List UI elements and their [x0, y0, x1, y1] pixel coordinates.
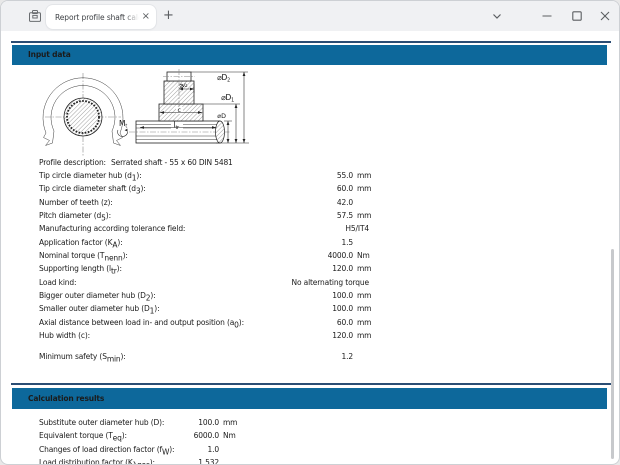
dim-d2-label: ⌀D2 — [217, 73, 230, 83]
calculation-rows: Substitute outer diameter hub (D): 100.0… — [39, 418, 384, 465]
row-label: Equivalent torque (Teq): — [39, 431, 127, 443]
report-row: Application factor (KA): 1.5 — [39, 238, 384, 251]
row-value: 100.0 — [279, 304, 353, 313]
minimize-icon — [542, 11, 552, 21]
row-unit: mm — [357, 291, 371, 300]
row-label: Tip circle diameter shaft (d3): — [39, 184, 146, 196]
row-unit: mm — [357, 318, 371, 327]
row-label: Pitch diameter (d5): — [39, 211, 111, 223]
minimum-safety-row: Minimum safety (Smin): 1.2 — [39, 352, 384, 365]
torque-mt-label: Mt — [119, 119, 127, 129]
report-row: Manufacturing according tolerance field:… — [39, 224, 384, 237]
report-row: Load distribution factor (Kλges): 1.532 — [39, 458, 384, 465]
row-unit: mm — [357, 211, 371, 220]
row-label: Minimum safety (Smin): — [39, 352, 126, 361]
shaft-technical-drawing: a0 c ltr Mt — [31, 67, 371, 161]
row-value: 4000.0 — [279, 251, 353, 260]
dim-d1-label: ⌀D1 — [221, 93, 234, 103]
row-value: 1.532 — [184, 458, 219, 465]
vertical-scrollbar-thumb[interactable] — [611, 249, 614, 459]
row-label: Hub width (c): — [39, 331, 90, 343]
report-row: Supporting length (ltr): 120.0 mm — [39, 264, 384, 277]
new-tab-button[interactable]: + — [163, 9, 174, 22]
top-rule — [11, 41, 611, 43]
minimize-button[interactable] — [533, 2, 561, 30]
row-value: 120.0 — [279, 264, 353, 273]
row-value: 1.0 — [184, 445, 219, 454]
row-unit: mm — [357, 184, 371, 193]
row-label: Load distribution factor (Kλges): — [39, 458, 155, 465]
row-label: Changes of load direction factor (fW): — [39, 445, 174, 457]
report-row: Hub width (c): 120.0 mm — [39, 331, 384, 344]
tab-title-clip: Report profile shaft calculation acco — [55, 12, 139, 23]
close-icon — [600, 11, 610, 21]
report-row: Changes of load direction factor (fW): 1… — [39, 445, 384, 458]
row-unit: mm — [223, 418, 237, 427]
row-label: Substitute outer diameter hub (D): — [39, 418, 164, 430]
tab-bar: Report profile shaft calculation acco × … — [1, 1, 619, 31]
cross-section-view — [43, 73, 123, 157]
report-row: Number of teeth (z): 42.0 — [39, 198, 384, 211]
row-label: Number of teeth (z): — [39, 198, 113, 210]
report-row: Load kind: No alternating torque — [39, 278, 384, 291]
row-value: 6000.0 — [184, 431, 219, 440]
section-header-calculation-results: Calculation results — [12, 388, 607, 409]
dim-c-label: c — [178, 107, 182, 114]
close-window-button[interactable] — [591, 2, 619, 30]
report-row: Bigger outer diameter hub (D2): 100.0 mm — [39, 291, 384, 304]
row-label: Manufacturing according tolerance field: — [39, 224, 185, 236]
maximize-button[interactable] — [563, 2, 591, 30]
report-row: Tip circle diameter shaft (d3): 60.0 mm — [39, 184, 384, 197]
row-label: Load kind: — [39, 278, 76, 290]
row-unit: mm — [357, 304, 371, 313]
row-value: 55.0 — [279, 171, 353, 180]
tab-menu-button[interactable] — [483, 2, 511, 30]
profile-description-label: Profile description: — [39, 158, 106, 167]
row-value: 120.0 — [279, 331, 353, 340]
row-unit: Nm — [357, 251, 370, 260]
report-row: Equivalent torque (Teq): 6000.0 Nm — [39, 431, 384, 444]
row-value: 1.2 — [279, 352, 353, 361]
row-label: Supporting length (ltr): — [39, 264, 122, 276]
row-label: Bigger outer diameter hub (D2): — [39, 291, 156, 303]
tab-close-icon[interactable]: × — [142, 12, 150, 22]
row-value: 42.0 — [279, 198, 353, 207]
row-unit: Nm — [223, 431, 236, 440]
row-value: 57.5 — [279, 211, 353, 220]
maximize-icon — [572, 11, 582, 21]
row-unit: mm — [357, 171, 371, 180]
profile-description-row: Profile description: Serrated shaft - 55… — [39, 158, 479, 170]
section-header-input-data: Input data — [12, 45, 607, 65]
report-row: Axial distance between load in- and outp… — [39, 318, 384, 331]
chevron-down-icon — [492, 11, 502, 21]
report-row: Substitute outer diameter hub (D): 100.0… — [39, 418, 384, 431]
row-label: Tip circle diameter hub (d1): — [39, 171, 142, 183]
row-unit: mm — [357, 264, 371, 273]
report-row: Smaller outer diameter hub (D1): 100.0 m… — [39, 304, 384, 317]
browser-window: Report profile shaft calculation acco × … — [0, 0, 620, 465]
row-value: 100.0 — [184, 418, 219, 427]
row-label: Application factor (KA): — [39, 238, 122, 250]
row-label: Axial distance between load in- and outp… — [39, 318, 244, 330]
tab-title: Report profile shaft calculation acco — [55, 12, 139, 23]
dim-d-label: ⌀D — [217, 113, 226, 120]
row-value: 1.5 — [279, 238, 353, 247]
app-briefcase-icon — [28, 9, 42, 23]
results-rule — [11, 383, 611, 385]
row-unit: mm — [357, 331, 371, 340]
input-rows: Tip circle diameter hub (d1): 55.0 mm Ti… — [39, 171, 384, 344]
row-label: Nominal torque (Tnenn): — [39, 251, 128, 263]
report-row: Nominal torque (Tnenn): 4000.0 Nm — [39, 251, 384, 264]
report-row: Tip circle diameter hub (d1): 55.0 mm — [39, 171, 384, 184]
row-value: H5/IT4 — [279, 224, 369, 233]
profile-description-value: Serrated shaft - 55 x 60 DIN 5481 — [111, 158, 233, 167]
row-label: Smaller outer diameter hub (D1): — [39, 304, 159, 316]
report-row: Pitch diameter (d5): 57.5 mm — [39, 211, 384, 224]
row-value: 60.0 — [279, 318, 353, 327]
row-value: No alternating torque — [279, 278, 369, 287]
browser-tab[interactable]: Report profile shaft calculation acco × — [46, 5, 156, 29]
row-value: 100.0 — [279, 291, 353, 300]
row-value: 60.0 — [279, 184, 353, 193]
